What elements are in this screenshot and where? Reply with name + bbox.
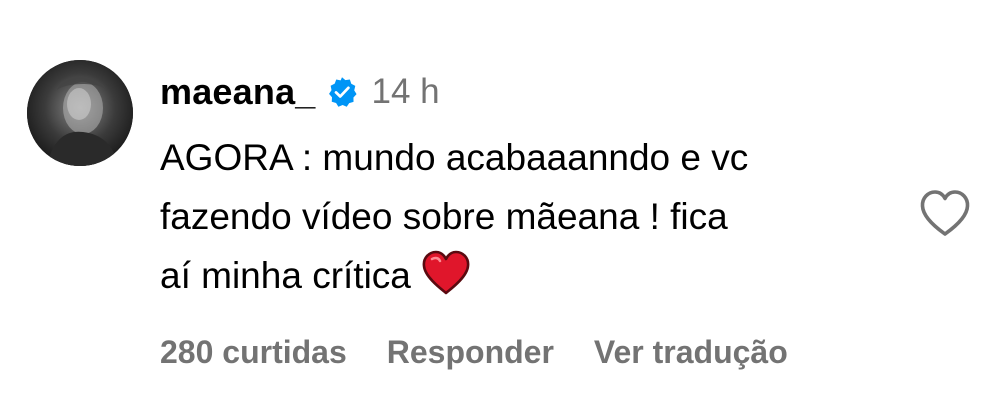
comment-body: maeana_ 14 h AGORA : mundo acabaaanndo e… <box>160 64 900 305</box>
likes-count-button[interactable]: 280 curtidas <box>160 334 347 371</box>
see-translation-button[interactable]: Ver tradução <box>594 334 788 371</box>
red-heart-emoji-icon <box>421 250 471 296</box>
comment-actions: 280 curtidas Responder Ver tradução <box>160 334 788 371</box>
comment-item: maeana_ 14 h AGORA : mundo acabaaanndo e… <box>0 0 1000 420</box>
avatar[interactable] <box>27 60 133 166</box>
avatar-image <box>27 60 133 166</box>
comment-timestamp[interactable]: 14 h <box>372 72 440 112</box>
comment-text: AGORA : mundo acabaaanndo e vc fazendo v… <box>160 128 900 305</box>
username-link[interactable]: maeana_ <box>160 71 316 113</box>
verified-badge-icon <box>326 76 358 108</box>
reply-button[interactable]: Responder <box>387 334 554 371</box>
comment-header: maeana_ 14 h <box>160 64 900 120</box>
heart-outline-icon <box>920 190 970 236</box>
like-button[interactable] <box>918 188 972 240</box>
